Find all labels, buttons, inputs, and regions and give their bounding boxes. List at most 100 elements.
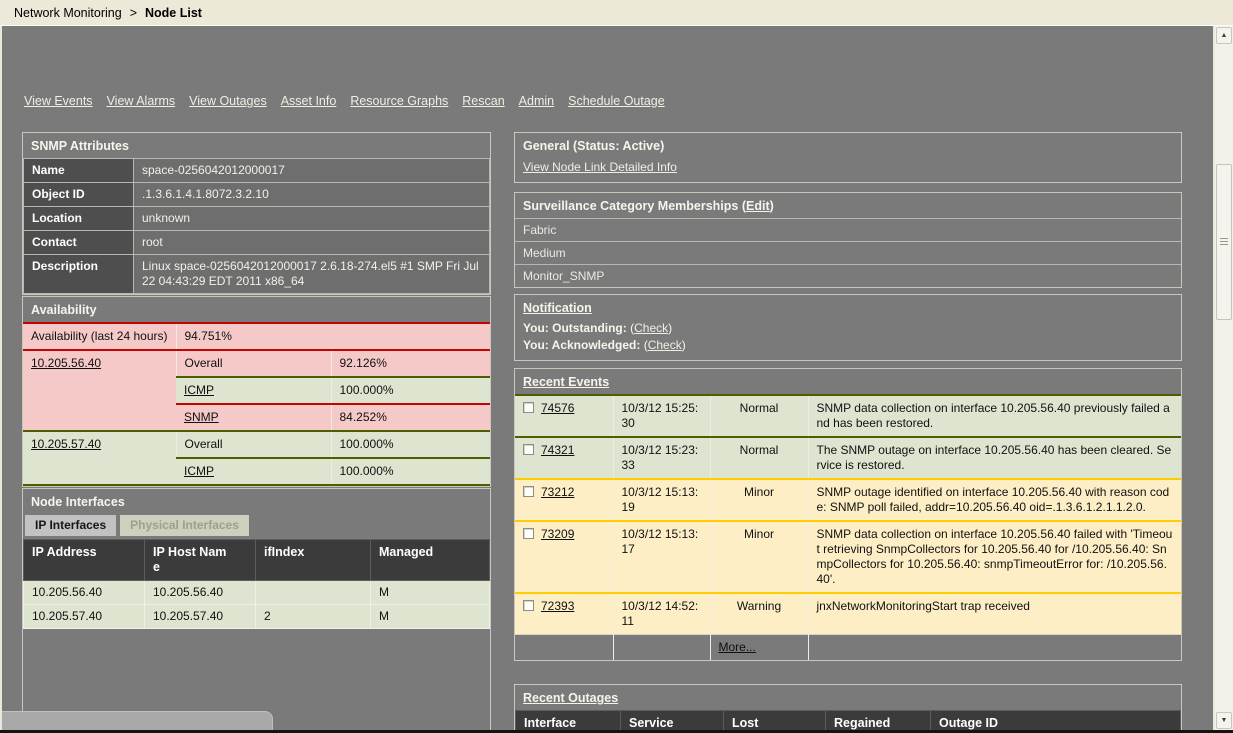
availability-table: Availability (last 24 hours)94.751%10.20… [23,322,490,486]
event-checkbox[interactable] [523,486,534,497]
scrollbar-thumb[interactable] [1216,164,1232,320]
ip-interface-cell: 10.205.57.40 [24,605,145,629]
event-checkbox[interactable] [523,402,534,413]
surveillance-edit-link[interactable]: Edit [746,199,770,213]
events-footer-row: More... [515,635,1181,661]
interface-link-10-205-56-40[interactable]: 10.205.56.40 [31,356,101,370]
recent-outages-title-link[interactable]: Recent Outages [523,691,618,705]
event-id-link-72393[interactable]: 72393 [541,599,574,614]
surveillance-category-fabric: Fabric [515,219,1181,242]
snmp-attribute-row: Locationunknown [24,207,490,231]
service-name-cell: ICMP [176,458,331,485]
column-header-text: Lost [732,716,758,730]
nav-link-schedule-outage[interactable]: Schedule Outage [568,94,665,108]
availability-title: Availability [23,297,490,322]
event-id-cell: 74576 [515,395,613,437]
service-availability-value: 100.000% [331,431,490,458]
column-header-text: Interface [524,716,576,730]
snmp-attributes-title: SNMP Attributes [23,133,490,158]
snmp-attributes-body: Namespace-0256042012000017Object ID.1.3.… [24,159,490,294]
tab-ip-interfaces[interactable]: IP Interfaces [25,515,116,536]
recent-outages-column-header: Outage ID [931,711,1181,731]
service-link-snmp[interactable]: SNMP [184,410,219,424]
column-header-text: Managed [379,545,433,559]
breadcrumb-page: Node List [145,6,202,20]
snmp-attr-value: space-0256042012000017 [134,159,490,183]
acknowledged-check-link[interactable]: Check [648,338,682,352]
event-id-link-73212[interactable]: 73212 [541,485,574,500]
column-header-text: Outage ID [939,716,998,730]
service-name-cell: Overall [176,431,331,458]
event-id-wrap: 72393 [523,599,605,614]
recent-outages-table: InterfaceServiceLostRegainedOutage ID [515,710,1181,730]
main-content: View Events View Alarms View Outages Asset … [2,26,1213,730]
snmp-attributes-table: Namespace-0256042012000017Object ID.1.3.… [23,158,490,294]
nav-link-view-events[interactable]: View Events [24,94,93,108]
recent-outages-column-header: Interface [516,711,621,731]
scroll-up-button[interactable]: ▲ [1216,27,1232,44]
event-id-cell: 73212 [515,479,613,521]
breadcrumb-section[interactable]: Network Monitoring [14,6,122,20]
nav-link-admin[interactable]: Admin [519,94,554,108]
event-checkbox[interactable] [523,444,534,455]
scroll-down-arrow-icon: ▼ [1221,717,1228,724]
event-row: 7457610/3/12 15:25:30NormalSNMP data col… [515,395,1181,437]
snmp-attr-label: Name [24,159,134,183]
more-events-link[interactable]: More... [719,640,756,654]
node-interfaces-title: Node Interfaces [23,489,490,514]
ip-interfaces-column-header: IP Address [24,540,145,581]
outstanding-check-link[interactable]: Check [634,321,668,335]
event-time-cell: 10/3/12 14:52:11 [613,593,710,635]
event-message-cell: The SNMP outage on interface 10.205.56.4… [808,437,1181,479]
ip-interface-cell: M [371,605,490,629]
ip-interfaces-body: 10.205.56.4010.205.56.40M10.205.57.4010.… [24,581,490,629]
recent-outages-column-header: Lost [724,711,826,731]
event-id-link-73209[interactable]: 73209 [541,527,574,542]
ip-interfaces-column-header: Managed [371,540,490,581]
notification-title-link[interactable]: Notification [523,301,592,315]
event-id-link-74576[interactable]: 74576 [541,401,574,416]
ip-interface-cell: 10.205.56.40 [145,581,256,605]
service-availability-value: 100.000% [331,458,490,485]
interface-link-10-205-57-40[interactable]: 10.205.57.40 [31,437,101,451]
nav-link-asset-info[interactable]: Asset Info [281,94,337,108]
nav-link-rescan[interactable]: Rescan [462,94,504,108]
event-message-cell: SNMP outage identified on interface 10.2… [808,479,1181,521]
availability-service-row: 10.205.56.40Overall92.126% [23,350,490,377]
interface-address-cell: 10.205.56.40 [23,350,176,431]
event-time-cell: 10/3/12 15:25:30 [613,395,710,437]
service-name: Overall [185,437,223,451]
status-popup [2,711,273,730]
nav-link-resource-graphs[interactable]: Resource Graphs [350,94,448,108]
scroll-down-button[interactable]: ▼ [1216,712,1232,729]
vertical-scrollbar[interactable]: ▲ ▼ [1213,26,1233,730]
availability-section: Availability Availability (last 24 hours… [22,296,491,487]
event-severity-cell: Normal [710,395,808,437]
scroll-up-arrow-icon: ▲ [1221,32,1228,39]
snmp-attribute-row: Contactroot [24,231,490,255]
service-link-icmp[interactable]: ICMP [184,383,214,397]
surveillance-paren-close: ) [770,199,774,213]
notification-outstanding-line: You: Outstanding: (Check) [515,320,1181,337]
ip-interface-cell: 10.205.56.40 [24,581,145,605]
tab-physical-interfaces[interactable]: Physical Interfaces [120,515,249,536]
snmp-attributes-section: SNMP Attributes Namespace-02560420120000… [22,132,491,295]
breadcrumb-separator: > [130,6,137,20]
outstanding-label: You: Outstanding: [523,321,627,335]
event-id-link-74321[interactable]: 74321 [541,443,574,458]
service-availability-value: 92.126% [331,350,490,377]
event-checkbox[interactable] [523,600,534,611]
event-severity-cell: Minor [710,479,808,521]
ip-interfaces-table: IP AddressIP Host NameifIndexManaged 10.… [23,539,490,629]
recent-events-title-link[interactable]: Recent Events [523,375,609,389]
event-checkbox[interactable] [523,528,534,539]
scrollbar-grip-icon [1220,238,1228,246]
availability-body: Availability (last 24 hours)94.751%10.20… [23,323,490,485]
column-header-text: IP Address [32,545,97,559]
service-link-icmp[interactable]: ICMP [184,464,214,478]
event-severity-cell: Warning [710,593,808,635]
acknowledged-label: You: Acknowledged: [523,338,640,352]
view-node-link-detailed-info-link[interactable]: View Node Link Detailed Info [523,160,677,174]
nav-link-view-alarms[interactable]: View Alarms [107,94,176,108]
nav-link-view-outages[interactable]: View Outages [189,94,267,108]
